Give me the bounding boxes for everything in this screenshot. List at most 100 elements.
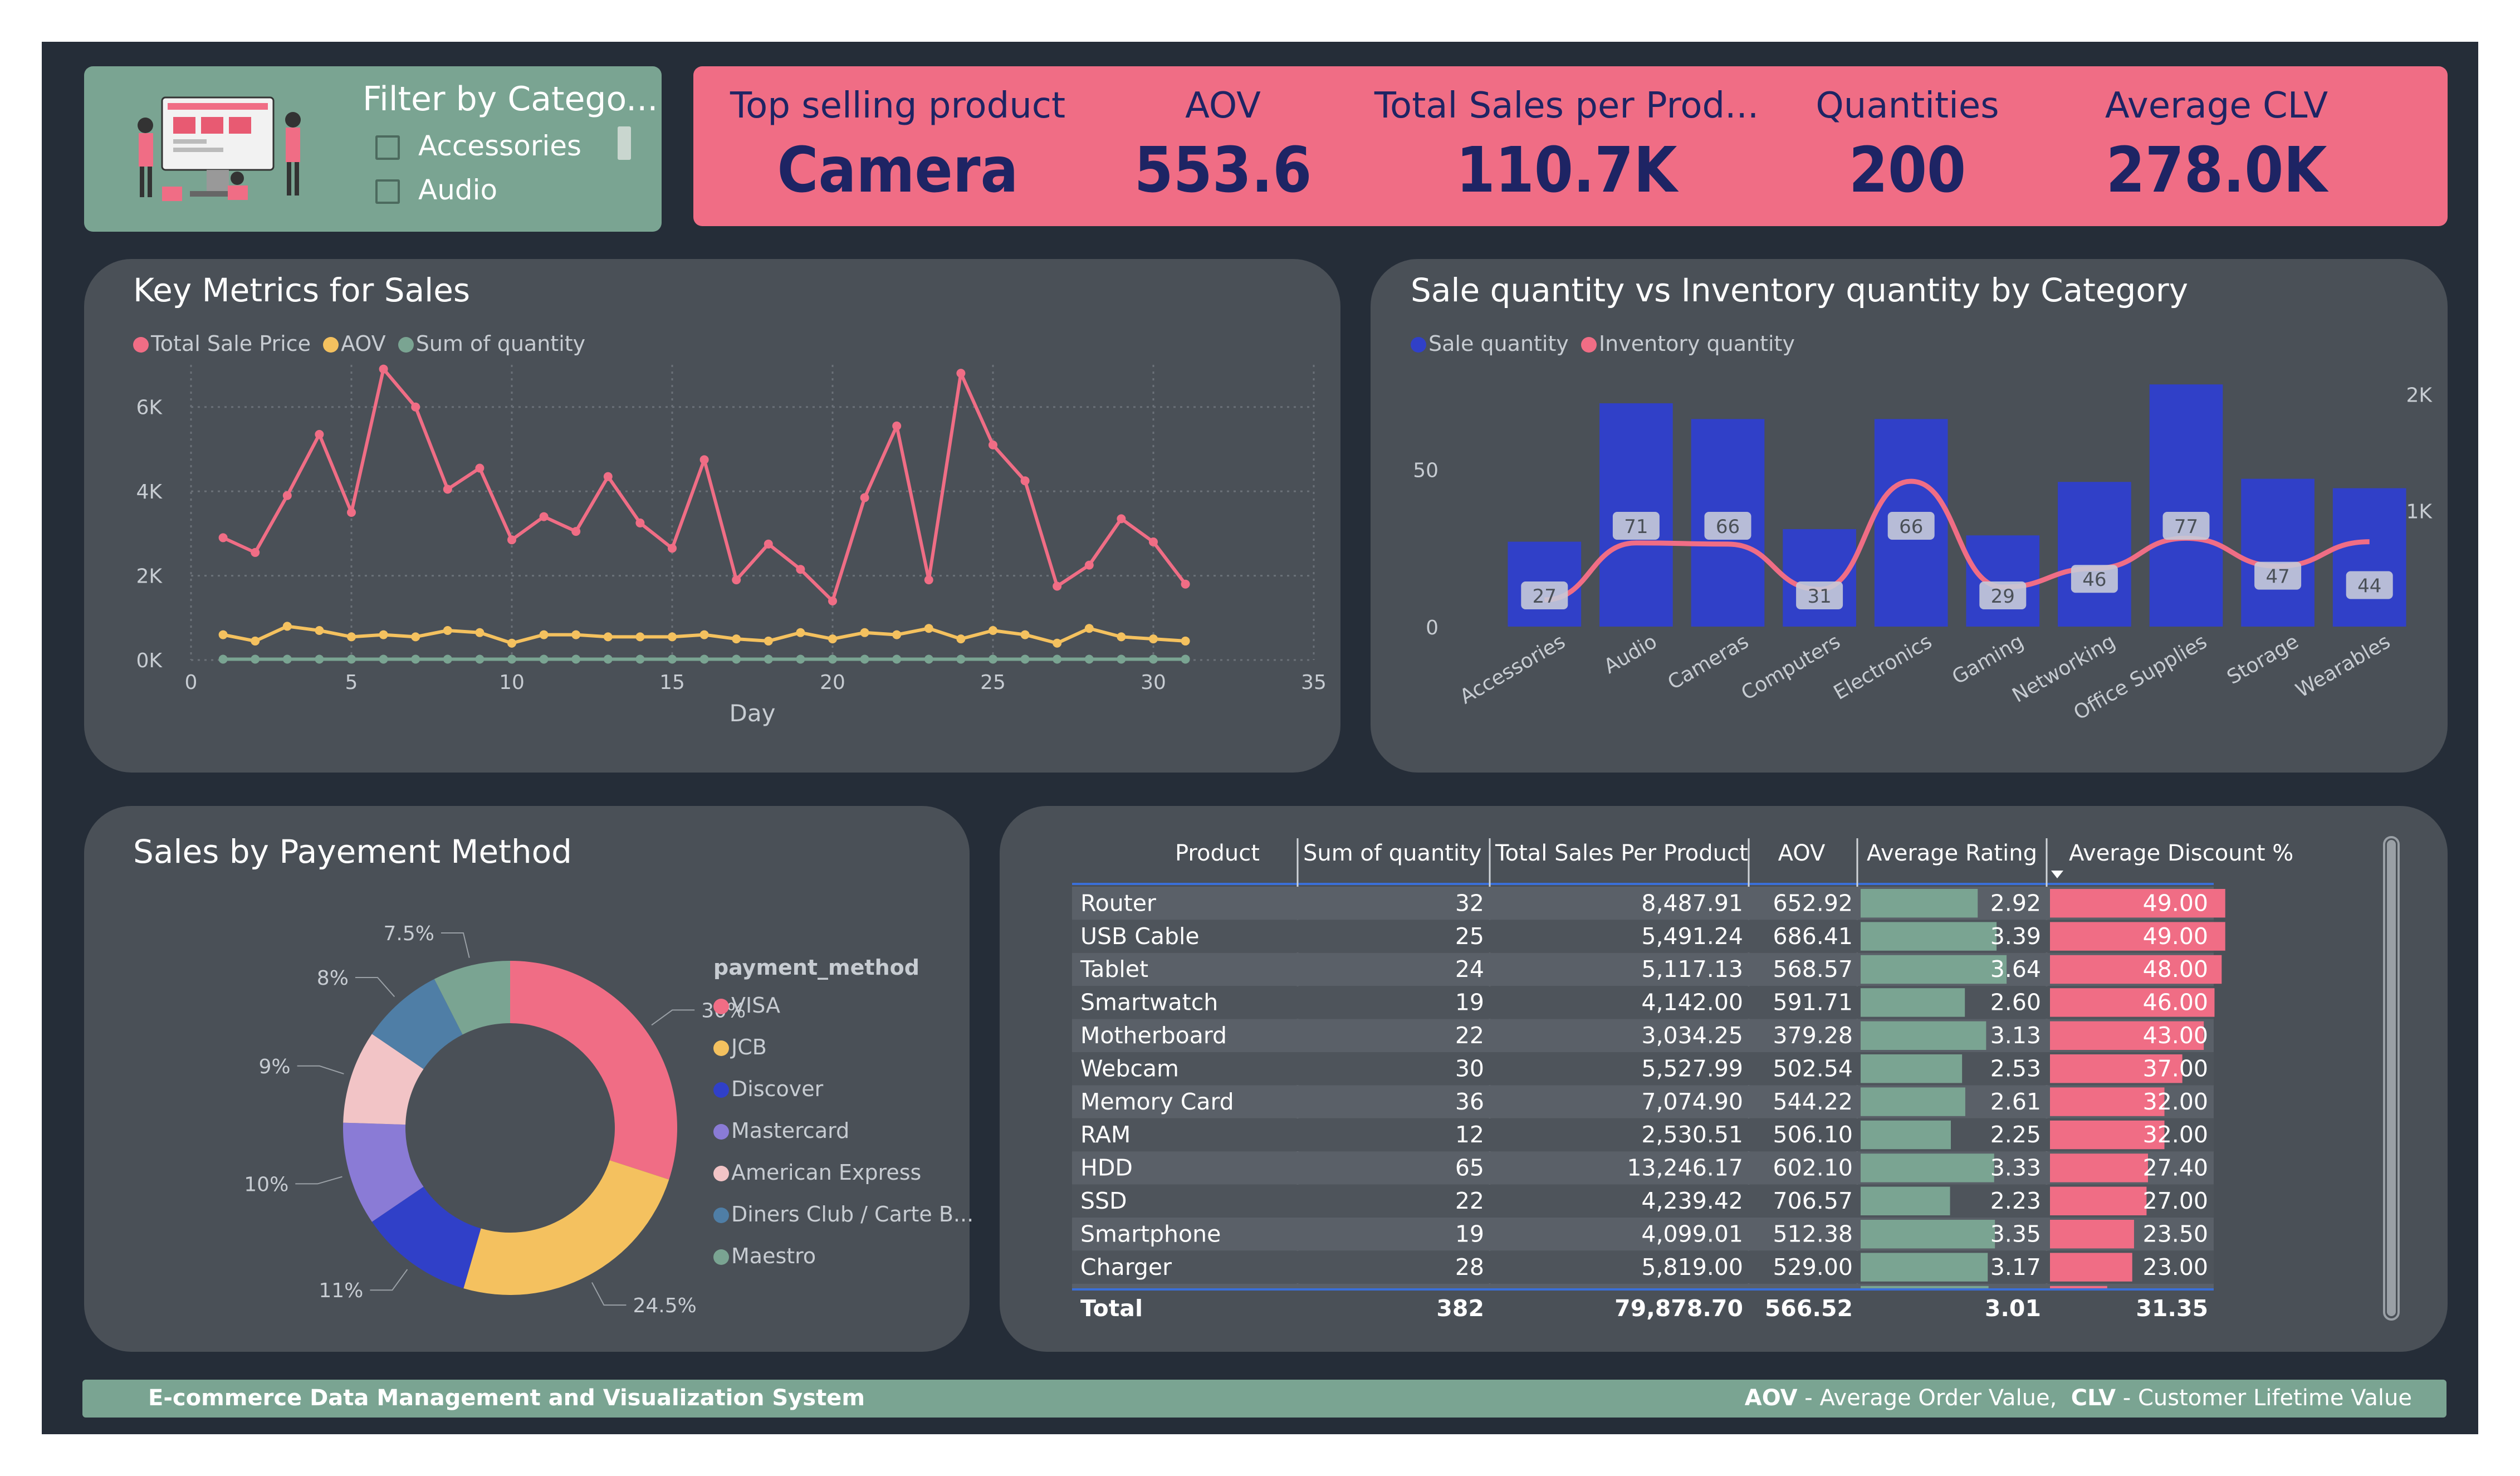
sort-descending-icon[interactable] bbox=[2051, 871, 2063, 878]
table-cell-product[interactable]: USB Cable bbox=[1080, 923, 1200, 950]
table-cell-product[interactable]: Charger bbox=[1080, 1254, 1172, 1280]
data-point-total-sale-price[interactable] bbox=[699, 455, 709, 465]
data-point-sum-of-quantity[interactable] bbox=[411, 654, 420, 664]
data-point-sum-of-quantity[interactable] bbox=[315, 654, 324, 664]
data-point-aov[interactable] bbox=[507, 638, 516, 648]
data-point-sum-of-quantity[interactable] bbox=[635, 654, 645, 664]
bar-chart[interactable]: 0501K2K27Accessories71Audio66Cameras31Co… bbox=[1371, 259, 2448, 773]
data-point-sum-of-quantity[interactable] bbox=[1117, 654, 1126, 664]
data-point-total-sale-price[interactable] bbox=[764, 539, 773, 549]
data-point-total-sale-price[interactable] bbox=[539, 512, 549, 521]
data-point-aov[interactable] bbox=[796, 628, 805, 637]
data-point-sum-of-quantity[interactable] bbox=[218, 654, 228, 664]
data-point-sum-of-quantity[interactable] bbox=[443, 654, 452, 664]
data-point-total-sale-price[interactable] bbox=[603, 472, 613, 481]
data-point-sum-of-quantity[interactable] bbox=[1084, 654, 1094, 664]
table-cell-product[interactable]: HDD bbox=[1080, 1155, 1133, 1181]
data-point-total-sale-price[interactable] bbox=[956, 369, 966, 378]
data-point-aov[interactable] bbox=[764, 636, 773, 646]
table-cell-product[interactable]: Router bbox=[1080, 889, 1156, 916]
data-point-total-sale-price[interactable] bbox=[635, 518, 645, 527]
donut-chart[interactable]: 30%24.5%11%10%9%8%7.5% bbox=[84, 806, 970, 1352]
legend-item-mastercard[interactable]: Mastercard bbox=[713, 1118, 849, 1143]
data-point-total-sale-price[interactable] bbox=[668, 544, 677, 553]
data-point-total-sale-price[interactable] bbox=[218, 533, 228, 542]
data-point-total-sale-price[interactable] bbox=[1084, 560, 1094, 570]
data-point-total-sale-price[interactable] bbox=[732, 575, 741, 585]
data-point-sum-of-quantity[interactable] bbox=[860, 654, 869, 664]
data-point-aov[interactable] bbox=[411, 632, 420, 642]
table-header-average-rating[interactable]: Average Rating bbox=[1867, 840, 2037, 866]
table-cell-product[interactable]: Tablet bbox=[1080, 956, 1148, 983]
table-scrollbar-thumb[interactable] bbox=[2387, 840, 2396, 1316]
data-point-total-sale-price[interactable] bbox=[475, 463, 485, 473]
data-point-aov[interactable] bbox=[668, 632, 677, 642]
data-point-total-sale-price[interactable] bbox=[796, 565, 805, 574]
data-point-aov[interactable] bbox=[699, 630, 709, 639]
bar-networking[interactable] bbox=[2058, 482, 2131, 627]
data-point-aov[interactable] bbox=[924, 624, 933, 633]
data-point-total-sale-price[interactable] bbox=[347, 508, 356, 517]
data-point-total-sale-price[interactable] bbox=[924, 575, 933, 585]
data-point-sum-of-quantity[interactable] bbox=[668, 654, 677, 664]
data-point-aov[interactable] bbox=[315, 626, 324, 635]
data-point-aov[interactable] bbox=[347, 632, 356, 642]
data-point-sum-of-quantity[interactable] bbox=[379, 654, 388, 664]
data-point-sum-of-quantity[interactable] bbox=[956, 654, 966, 664]
data-point-sum-of-quantity[interactable] bbox=[892, 654, 902, 664]
data-point-total-sale-price[interactable] bbox=[571, 527, 581, 536]
data-point-aov[interactable] bbox=[635, 632, 645, 642]
data-point-aov[interactable] bbox=[251, 636, 260, 646]
data-point-aov[interactable] bbox=[860, 628, 869, 637]
data-point-sum-of-quantity[interactable] bbox=[251, 654, 260, 664]
data-point-aov[interactable] bbox=[475, 628, 485, 637]
filter-scrollbar[interactable] bbox=[618, 126, 631, 160]
data-point-sum-of-quantity[interactable] bbox=[507, 654, 516, 664]
data-point-aov[interactable] bbox=[1149, 634, 1158, 644]
legend-item-discover[interactable]: Discover bbox=[713, 1077, 823, 1101]
series-line-total-sale-price[interactable] bbox=[222, 367, 1187, 603]
data-point-total-sale-price[interactable] bbox=[282, 491, 292, 500]
legend-item-diners-club-carte-b[interactable]: Diners Club / Carte B... bbox=[713, 1202, 973, 1226]
data-point-sum-of-quantity[interactable] bbox=[924, 654, 933, 664]
data-point-total-sale-price[interactable] bbox=[892, 421, 902, 431]
table-cell-product[interactable]: Smartwatch bbox=[1080, 989, 1218, 1016]
data-point-aov[interactable] bbox=[828, 634, 837, 644]
table-header-aov[interactable]: AOV bbox=[1778, 840, 1826, 866]
table-cell-product[interactable]: Memory Card bbox=[1080, 1088, 1234, 1115]
table-cell-product[interactable]: Motherboard bbox=[1080, 1022, 1227, 1049]
bar-storage[interactable] bbox=[2241, 478, 2315, 627]
data-point-sum-of-quantity[interactable] bbox=[282, 654, 292, 664]
data-point-aov[interactable] bbox=[379, 630, 388, 639]
data-point-total-sale-price[interactable] bbox=[1117, 514, 1126, 524]
data-point-aov[interactable] bbox=[1181, 636, 1190, 646]
donut-slice-jcb[interactable] bbox=[463, 1160, 669, 1295]
table-header-average-discount[interactable]: Average Discount % bbox=[2069, 840, 2293, 866]
data-point-sum-of-quantity[interactable] bbox=[347, 654, 356, 664]
data-point-sum-of-quantity[interactable] bbox=[603, 654, 613, 664]
bar-office-supplies[interactable] bbox=[2149, 384, 2223, 627]
data-point-aov[interactable] bbox=[443, 626, 452, 635]
data-point-aov[interactable] bbox=[892, 630, 902, 639]
data-point-total-sale-price[interactable] bbox=[1053, 581, 1062, 591]
data-point-sum-of-quantity[interactable] bbox=[1149, 654, 1158, 664]
table-cell-product[interactable]: Webcam bbox=[1080, 1055, 1179, 1082]
data-point-total-sale-price[interactable] bbox=[1149, 537, 1158, 546]
data-point-sum-of-quantity[interactable] bbox=[828, 654, 837, 664]
table-cell-product[interactable]: RAM bbox=[1080, 1121, 1131, 1148]
data-point-total-sale-price[interactable] bbox=[443, 485, 452, 494]
bar-gaming[interactable] bbox=[1966, 535, 2040, 627]
data-point-aov[interactable] bbox=[956, 634, 966, 644]
data-point-aov[interactable] bbox=[218, 630, 228, 639]
table-header-total-sales-per-product[interactable]: Total Sales Per Product bbox=[1495, 840, 1748, 866]
filter-option-accessories[interactable]: Accessories bbox=[418, 130, 581, 162]
data-point-sum-of-quantity[interactable] bbox=[732, 654, 741, 664]
data-point-total-sale-price[interactable] bbox=[828, 597, 837, 605]
table-header-sum-of-quantity[interactable]: Sum of quantity bbox=[1303, 840, 1481, 866]
data-point-sum-of-quantity[interactable] bbox=[571, 654, 581, 664]
data-point-aov[interactable] bbox=[1020, 630, 1030, 639]
data-point-aov[interactable] bbox=[1084, 624, 1094, 633]
checkbox-accessories[interactable] bbox=[375, 135, 400, 160]
data-point-aov[interactable] bbox=[732, 634, 741, 644]
data-point-aov[interactable] bbox=[603, 632, 613, 642]
